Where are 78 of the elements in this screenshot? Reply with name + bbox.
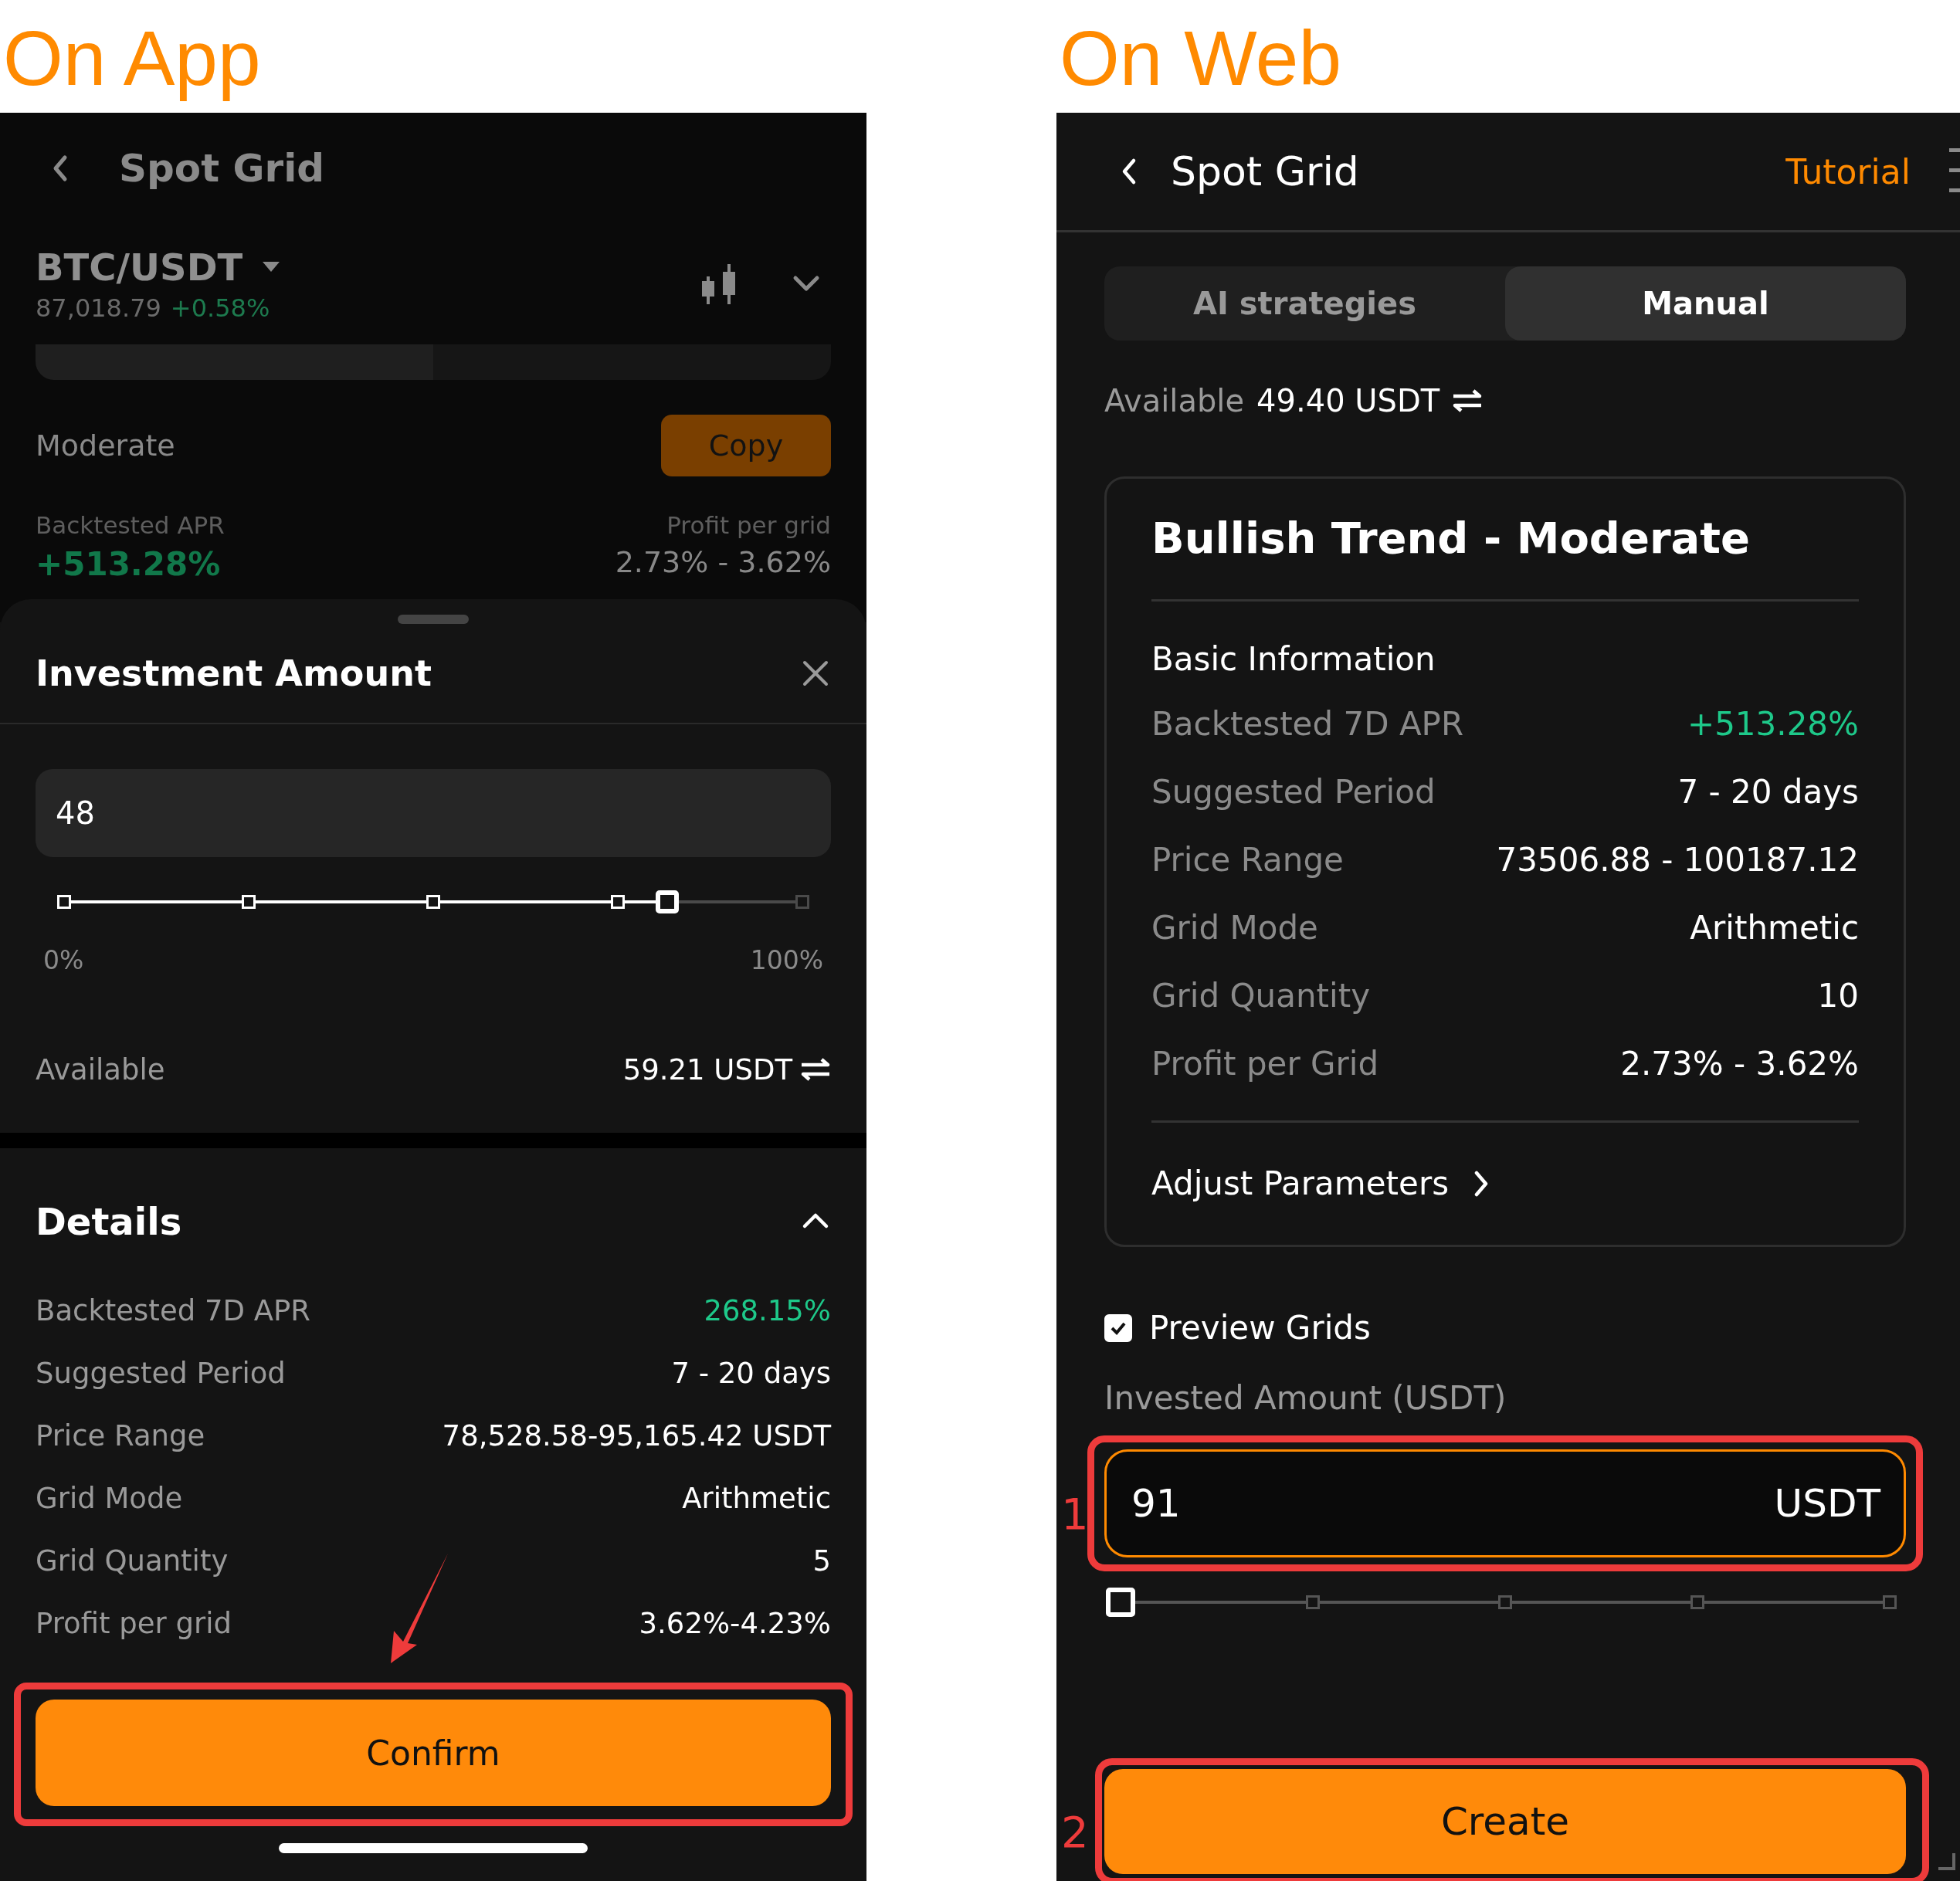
adjust-parameters-link[interactable]: Adjust Parameters bbox=[1151, 1164, 1491, 1202]
panel-title: Spot Grid bbox=[1171, 148, 1359, 195]
section-heading: On Web bbox=[1059, 14, 1342, 103]
section-title: Basic Information bbox=[1151, 640, 1436, 680]
detail-value: 7 - 20 days bbox=[671, 1357, 831, 1390]
unit-label: USDT bbox=[1774, 1481, 1880, 1526]
detail-value: 268.15% bbox=[704, 1294, 831, 1327]
tab[interactable]: AI strategies bbox=[1104, 266, 1505, 341]
info-label: Grid Quantity bbox=[1151, 976, 1370, 1015]
checkbox[interactable] bbox=[1104, 1313, 1132, 1342]
slider-max-label: 100% bbox=[750, 945, 823, 975]
slider-tick bbox=[1690, 1595, 1704, 1609]
strategy-name: Moderate bbox=[36, 429, 175, 463]
available-label: Available bbox=[36, 1052, 165, 1086]
screen-title: Spot Grid bbox=[119, 146, 325, 191]
confirm-button[interactable]: Confirm bbox=[36, 1700, 831, 1806]
detail-value: Arithmetic bbox=[682, 1482, 831, 1515]
slider-tick bbox=[795, 895, 809, 909]
details-title: Details bbox=[36, 1200, 182, 1243]
info-value: 2.73% - 3.62% bbox=[1620, 1044, 1859, 1083]
info-value: +513.28% bbox=[1687, 704, 1859, 743]
card-title: Bullish Trend - Moderate bbox=[1151, 513, 1859, 602]
info-value: 7 - 20 days bbox=[1677, 772, 1859, 811]
available-value: 59.21 USDT bbox=[622, 1052, 792, 1086]
slider-tick bbox=[1883, 1595, 1897, 1609]
stat-value: +513.28% bbox=[36, 545, 222, 583]
sheet-handle[interactable] bbox=[398, 615, 469, 624]
stat-label: Backtested APR bbox=[36, 511, 225, 539]
slider-tick bbox=[242, 895, 256, 909]
available-label: Available bbox=[1104, 383, 1245, 419]
info-value: 10 bbox=[1817, 976, 1859, 1015]
detail-value: 78,528.58-95,165.42 USDT bbox=[442, 1419, 831, 1452]
available-value: 49.40 USDT bbox=[1256, 383, 1440, 419]
detail-label: Grid Quantity bbox=[36, 1544, 229, 1578]
checkbox-label: Preview Grids bbox=[1149, 1309, 1371, 1347]
menu-icon[interactable] bbox=[1949, 148, 1960, 195]
slider-thumb[interactable] bbox=[656, 890, 680, 913]
amount-input[interactable]: 48 bbox=[36, 769, 831, 857]
detail-label: Price Range bbox=[36, 1419, 205, 1452]
slider-tick bbox=[611, 895, 625, 909]
resize-handle-icon[interactable] bbox=[1938, 1853, 1955, 1870]
pair-symbol[interactable]: BTC/USDT bbox=[36, 246, 243, 289]
detail-label: Suggested Period bbox=[36, 1357, 286, 1390]
stat-value: 2.73% - 3.62% bbox=[615, 545, 831, 579]
amount-input[interactable]: 91 bbox=[1130, 1480, 1365, 1527]
slider-tick bbox=[426, 895, 440, 909]
info-label: Grid Mode bbox=[1151, 908, 1318, 947]
create-button[interactable]: Create bbox=[1104, 1769, 1906, 1874]
slider-tick bbox=[1306, 1595, 1320, 1609]
slider-tick bbox=[57, 895, 71, 909]
detail-label: Profit per grid bbox=[36, 1607, 232, 1640]
info-label: Backtested 7D APR bbox=[1151, 704, 1464, 743]
pair-price: 87,018.79 bbox=[36, 293, 161, 323]
slider-tick bbox=[1498, 1595, 1512, 1609]
slider-min-label: 0% bbox=[43, 945, 84, 975]
info-label: Suggested Period bbox=[1151, 772, 1436, 811]
info-value: 73506.88 - 100187.12 bbox=[1496, 840, 1859, 879]
amount-field[interactable]: 91 USDT bbox=[1104, 1449, 1906, 1557]
stat-label: Profit per grid bbox=[666, 511, 831, 539]
tutorial-link[interactable]: Tutorial bbox=[1785, 151, 1911, 191]
detail-value: 3.62%-4.23% bbox=[639, 1607, 831, 1640]
info-label: Profit per Grid bbox=[1151, 1044, 1379, 1083]
detail-value: 5 bbox=[812, 1544, 831, 1578]
callout-number: 1 bbox=[1061, 1488, 1089, 1539]
field-label: Invested Amount (USDT) bbox=[1104, 1379, 1507, 1417]
swap-icon[interactable] bbox=[1452, 388, 1484, 413]
detail-label: Grid Mode bbox=[36, 1482, 183, 1515]
dropdown-icon[interactable] bbox=[263, 262, 280, 273]
tab[interactable]: Manual bbox=[1505, 266, 1906, 341]
sheet-title: Investment Amount bbox=[36, 652, 432, 694]
info-value: Arithmetic bbox=[1690, 908, 1859, 947]
price-change: +0.58% bbox=[170, 293, 270, 323]
callout-number: 2 bbox=[1061, 1806, 1089, 1857]
swap-icon[interactable] bbox=[800, 1057, 831, 1082]
slider-thumb[interactable] bbox=[1106, 1588, 1135, 1617]
detail-label: Backtested 7D APR bbox=[36, 1294, 311, 1327]
section-heading: On App bbox=[2, 14, 262, 103]
info-label: Price Range bbox=[1151, 840, 1344, 879]
